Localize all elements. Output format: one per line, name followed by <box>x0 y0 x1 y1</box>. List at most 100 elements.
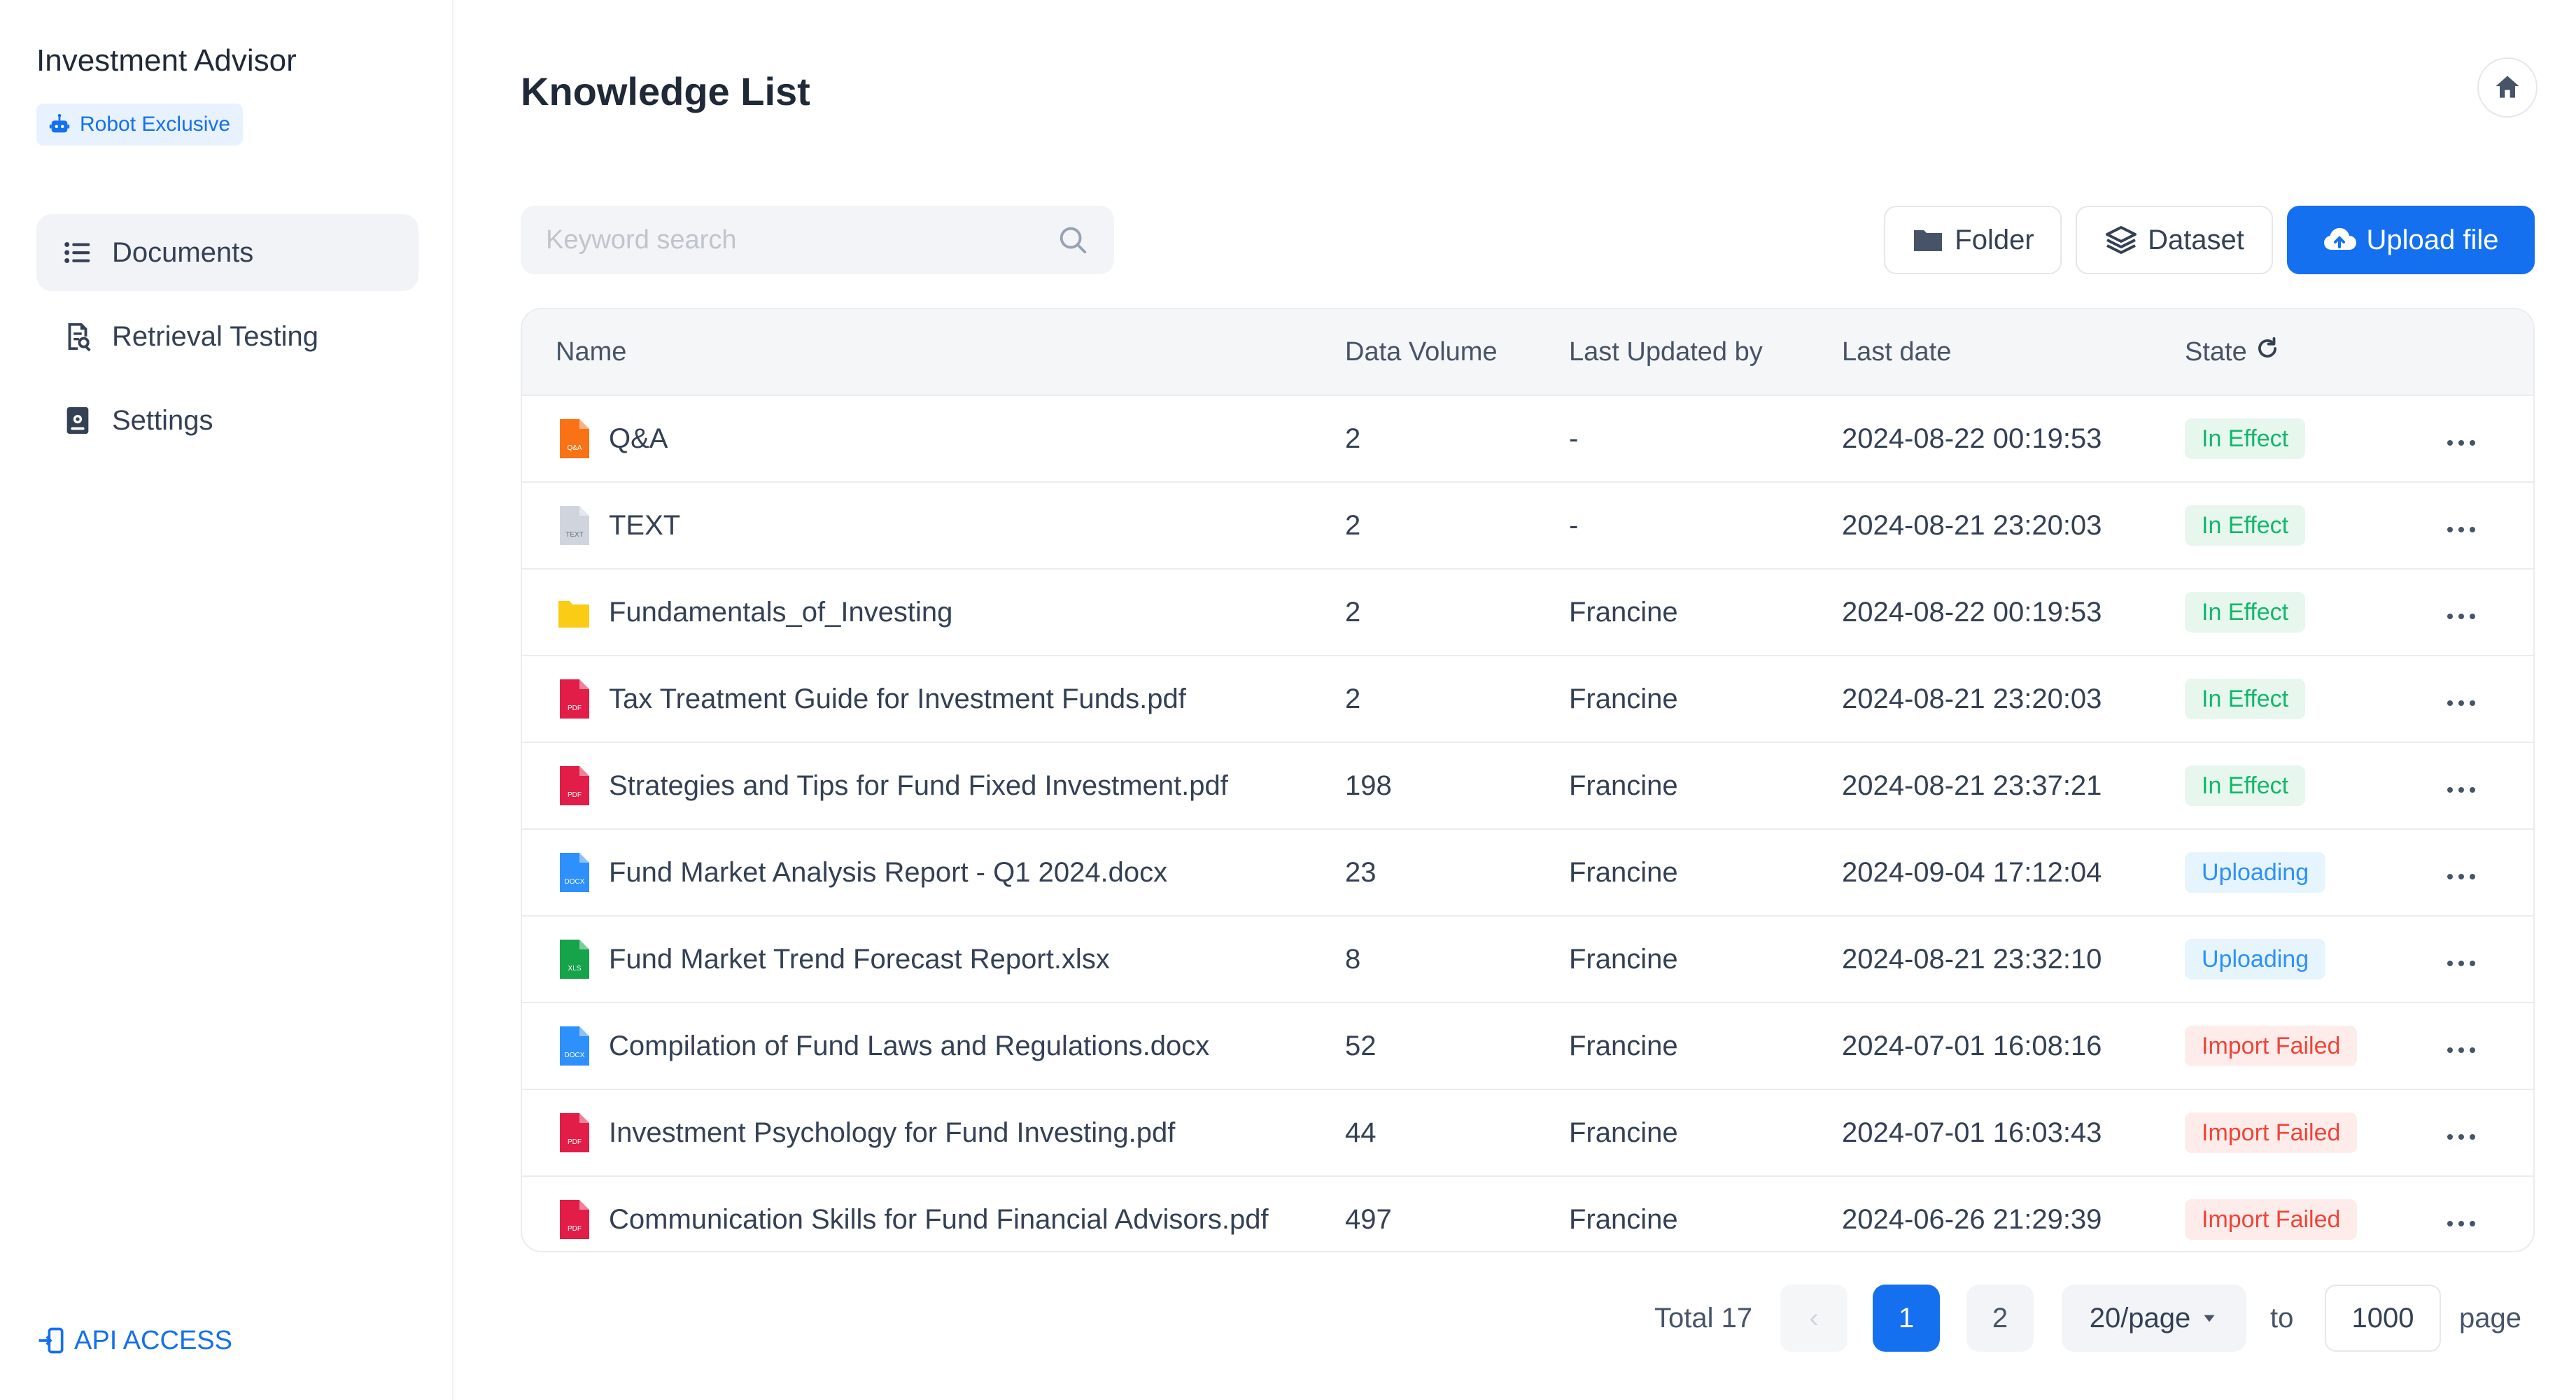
more-actions-icon[interactable] <box>2445 857 2477 889</box>
page-size-select[interactable]: 20/page <box>2062 1285 2246 1352</box>
file-name[interactable]: Tax Treatment Guide for Investment Funds… <box>609 684 1186 715</box>
cell-last-updated-by: Francine <box>1569 1203 1678 1235</box>
page-label: page <box>2459 1302 2521 1334</box>
cell-name: DOCX Compilation of Fund Laws and Regulat… <box>522 1025 1344 1067</box>
pdf-file-icon: PDF <box>560 679 589 719</box>
state-header-label: State <box>2185 337 2247 367</box>
badge-label: Robot Exclusive <box>80 113 231 136</box>
table-row[interactable]: PDF Tax Treatment Guide for Investment Fu… <box>522 655 2533 742</box>
search-icon[interactable] <box>1057 224 1089 256</box>
cell-name: TEXT TEXT <box>522 504 1344 546</box>
status-badge: In Effect <box>2185 765 2306 806</box>
cell-name: PDF Communication Skills for Fund Financi… <box>522 1199 1344 1240</box>
settings-icon <box>66 406 89 434</box>
file-name[interactable]: Compilation of Fund Laws and Regulations… <box>609 1031 1209 1062</box>
more-actions-icon[interactable] <box>2445 770 2477 802</box>
table-row[interactable]: PDF Investment Psychology for Fund Invest… <box>522 1089 2533 1175</box>
table-row[interactable]: PDF Strategies and Tips for Fund Fixed In… <box>522 742 2533 828</box>
table-row[interactable]: DOCX Compilation of Fund Laws and Regulat… <box>522 1002 2533 1089</box>
jump-page-input[interactable]: 1000 <box>2325 1285 2441 1352</box>
cell-last-updated-by: - <box>1569 423 1579 454</box>
cell-data-volume: 44 <box>1345 1117 1377 1148</box>
qa-file-icon: Q&A <box>560 419 589 458</box>
cell-data-volume: 497 <box>1345 1203 1392 1235</box>
file-name[interactable]: Fund Market Analysis Report - Q1 2024.do… <box>609 857 1167 889</box>
more-actions-icon[interactable] <box>2445 510 2477 542</box>
cell-name: Q&A Q&A <box>522 418 1344 460</box>
more-actions-icon[interactable] <box>2445 423 2477 455</box>
file-name[interactable]: TEXT <box>609 510 680 542</box>
cell-data-volume: 2 <box>1345 683 1361 714</box>
status-badge: Uploading <box>2185 852 2326 893</box>
column-header-last-updated-by: Last Updated by <box>1569 337 1763 367</box>
cell-last-date: 2024-08-21 23:32:10 <box>1842 943 2102 975</box>
column-header-last-date: Last date <box>1842 337 1952 367</box>
svg-text:Q&A: Q&A <box>567 444 582 452</box>
sidebar-item-retrieval-testing[interactable]: Retrieval Testing <box>36 298 418 375</box>
file-name[interactable]: Q&A <box>609 423 668 455</box>
file-name[interactable]: Fundamentals_of_Investing <box>609 597 952 628</box>
page-1-button[interactable]: 1 <box>1873 1285 1940 1352</box>
folder-button[interactable]: Folder <box>1884 206 2062 274</box>
upload-file-button[interactable]: Upload file <box>2287 206 2535 274</box>
table-row[interactable]: DOCX Fund Market Analysis Report - Q1 202… <box>522 828 2533 915</box>
status-badge: In Effect <box>2185 592 2306 632</box>
total-count: Total 17 <box>1654 1302 1753 1334</box>
jump-to-label: to <box>2270 1302 2294 1334</box>
more-actions-icon[interactable] <box>2445 944 2477 975</box>
cell-last-date: 2024-07-01 16:03:43 <box>1842 1117 2102 1148</box>
home-button[interactable] <box>2477 57 2538 118</box>
sidebar: Investment Advisor Robot Exclusive Docum… <box>0 0 453 1400</box>
cell-data-volume: 2 <box>1345 596 1361 628</box>
cell-data-volume: 8 <box>1345 943 1361 975</box>
cell-last-date: 2024-08-21 23:20:03 <box>1842 509 2102 541</box>
more-actions-icon[interactable] <box>2445 597 2477 628</box>
more-actions-icon[interactable] <box>2445 684 2477 715</box>
sidebar-item-label: Settings <box>112 404 213 436</box>
table-row[interactable]: PDF Communication Skills for Fund Financi… <box>522 1175 2533 1251</box>
status-badge: In Effect <box>2185 679 2306 719</box>
api-access-label: API ACCESS <box>74 1325 232 1355</box>
sidebar-item-documents[interactable]: Documents <box>36 214 418 291</box>
status-badge: Import Failed <box>2185 1199 2358 1240</box>
more-actions-icon[interactable] <box>2445 1031 2477 1062</box>
sidebar-nav: Documents Retrieval Testing Settings <box>36 214 418 466</box>
svg-text:PDF: PDF <box>568 705 582 712</box>
cell-last-date: 2024-06-26 21:29:39 <box>1842 1203 2102 1235</box>
table-row[interactable]: XLS Fund Market Trend Forecast Report.xls… <box>522 915 2533 1002</box>
svg-text:DOCX: DOCX <box>565 878 585 886</box>
document-search-icon <box>68 323 91 352</box>
cell-last-updated-by: Francine <box>1569 943 1678 975</box>
prev-page-button[interactable]: ‹ <box>1780 1285 1847 1352</box>
page-2-button[interactable]: 2 <box>1966 1285 2034 1352</box>
cell-data-volume: 2 <box>1345 509 1361 541</box>
page-size-value: 20/page <box>2089 1302 2191 1334</box>
xls-file-icon: XLS <box>560 940 589 979</box>
status-badge: In Effect <box>2185 505 2306 546</box>
table-row[interactable]: Fundamentals_of_Investing 2 Francine 2024-0… <box>522 568 2533 655</box>
more-actions-icon[interactable] <box>2445 1117 2477 1149</box>
cell-last-updated-by: Francine <box>1569 856 1678 888</box>
file-name[interactable]: Investment Psychology for Fund Investing… <box>609 1117 1175 1149</box>
pdf-file-icon: PDF <box>560 1200 589 1239</box>
pdf-file-icon: PDF <box>560 766 589 805</box>
docx-file-icon: DOCX <box>560 853 589 892</box>
api-access-link[interactable]: API ACCESS <box>36 1325 232 1356</box>
file-name[interactable]: Fund Market Trend Forecast Report.xlsx <box>609 944 1110 975</box>
cell-last-updated-by: Francine <box>1569 1117 1678 1148</box>
table-body: Q&A Q&A 2-2024-08-22 00:19:53 In Effect TEXT… <box>522 395 2533 1251</box>
status-badge: Uploading <box>2185 939 2326 980</box>
file-name[interactable]: Communication Skills for Fund Financial … <box>609 1204 1269 1236</box>
more-actions-icon[interactable] <box>2445 1204 2477 1236</box>
dataset-button[interactable]: Dataset <box>2076 206 2273 274</box>
search-box <box>521 206 1114 274</box>
table-row[interactable]: Q&A Q&A 2 - 2024-08-22 00:19:53 In Effect <box>522 395 2533 481</box>
column-header-name: Name <box>556 337 627 367</box>
search-input[interactable] <box>546 225 1057 255</box>
file-name[interactable]: Strategies and Tips for Fund Fixed Inves… <box>609 770 1228 802</box>
table-row[interactable]: TEXT TEXT 2 - 2024-08-21 23:20:03 In Effect <box>522 481 2533 568</box>
dataset-button-label: Dataset <box>2148 224 2244 255</box>
svg-text:TEXT: TEXT <box>565 531 584 539</box>
refresh-state-button[interactable] <box>2254 335 2281 369</box>
sidebar-item-settings[interactable]: Settings <box>36 382 418 459</box>
